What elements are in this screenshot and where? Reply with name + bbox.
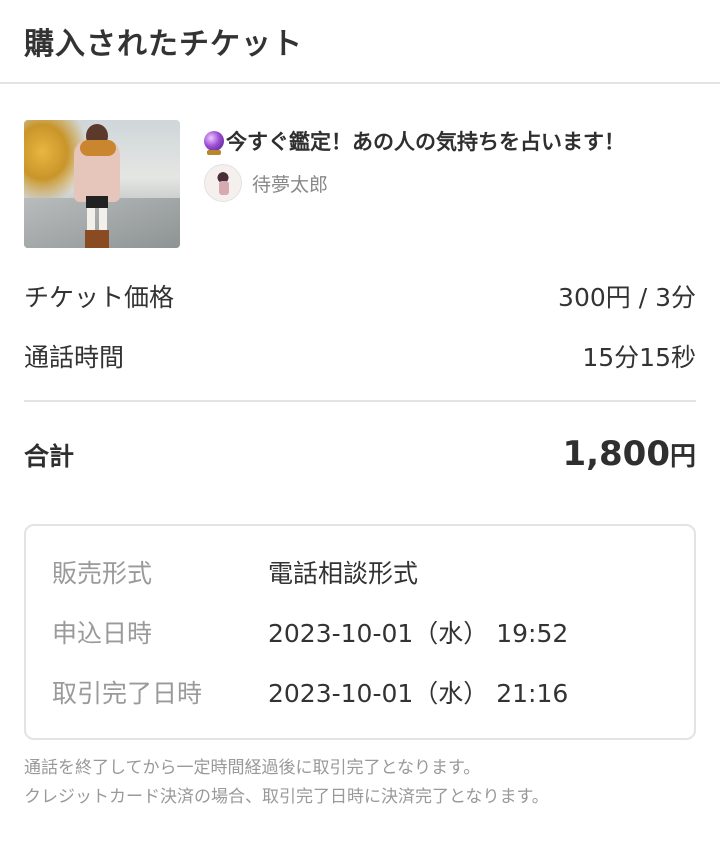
- product-card[interactable]: 今すぐ鑑定！あの人の気持ちを占います！ 待夢太郎: [24, 120, 696, 248]
- call-time-row: 通話時間 15分15秒: [24, 338, 696, 374]
- ticket-price-value: 300円 / 3分: [558, 283, 696, 312]
- total-value: 1,800: [562, 434, 670, 474]
- completed-datetime-row: 取引完了日時 2023-10-01（水） 21:16: [52, 674, 694, 734]
- total-unit: 円: [669, 442, 696, 472]
- sale-type-label: 販売形式: [52, 559, 153, 588]
- page-header: 購入されたチケット: [0, 0, 720, 84]
- sale-type-value: 電話相談形式: [268, 559, 419, 588]
- transaction-details-box: 販売形式 電話相談形式 申込日時 2023-10-01（水） 19:52 取引完…: [24, 524, 696, 740]
- note-line-1: 通話を終了してから一定時間経過後に取引完了となります。: [24, 758, 481, 778]
- completed-datetime-label: 取引完了日時: [52, 679, 203, 708]
- seller-avatar[interactable]: [204, 164, 242, 202]
- product-title-row[interactable]: 今すぐ鑑定！あの人の気持ちを占います！: [204, 126, 625, 156]
- ticket-price-row: チケット価格 300円 / 3分: [24, 278, 696, 314]
- completed-datetime-value: 2023-10-01（水） 21:16: [268, 679, 569, 708]
- total-row: 合計 1,800円: [24, 434, 696, 474]
- call-time-label: 通話時間: [24, 343, 125, 372]
- note-line-2: クレジットカード決済の場合、取引完了日時に決済完了となります。: [24, 787, 549, 807]
- product-title[interactable]: 今すぐ鑑定！あの人の気持ちを占います！: [226, 126, 625, 156]
- crystal-ball-icon: [204, 131, 224, 155]
- product-thumbnail[interactable]: [24, 120, 180, 248]
- applied-datetime-label: 申込日時: [52, 619, 153, 648]
- notes: 通話を終了してから一定時間経過後に取引完了となります。 クレジットカード決済の場…: [24, 754, 549, 812]
- seller-name[interactable]: 待夢太郎: [252, 170, 328, 197]
- seller-info[interactable]: 待夢太郎: [204, 164, 328, 202]
- ticket-price-label: チケット価格: [24, 283, 175, 312]
- page-title: 購入されたチケット: [24, 27, 303, 62]
- call-time-value: 15分15秒: [582, 343, 696, 372]
- applied-datetime-row: 申込日時 2023-10-01（水） 19:52: [52, 614, 694, 674]
- sale-type-row: 販売形式 電話相談形式: [52, 554, 694, 614]
- total-label: 合計: [24, 442, 75, 471]
- applied-datetime-value: 2023-10-01（水） 19:52: [268, 619, 569, 648]
- divider: [24, 400, 696, 402]
